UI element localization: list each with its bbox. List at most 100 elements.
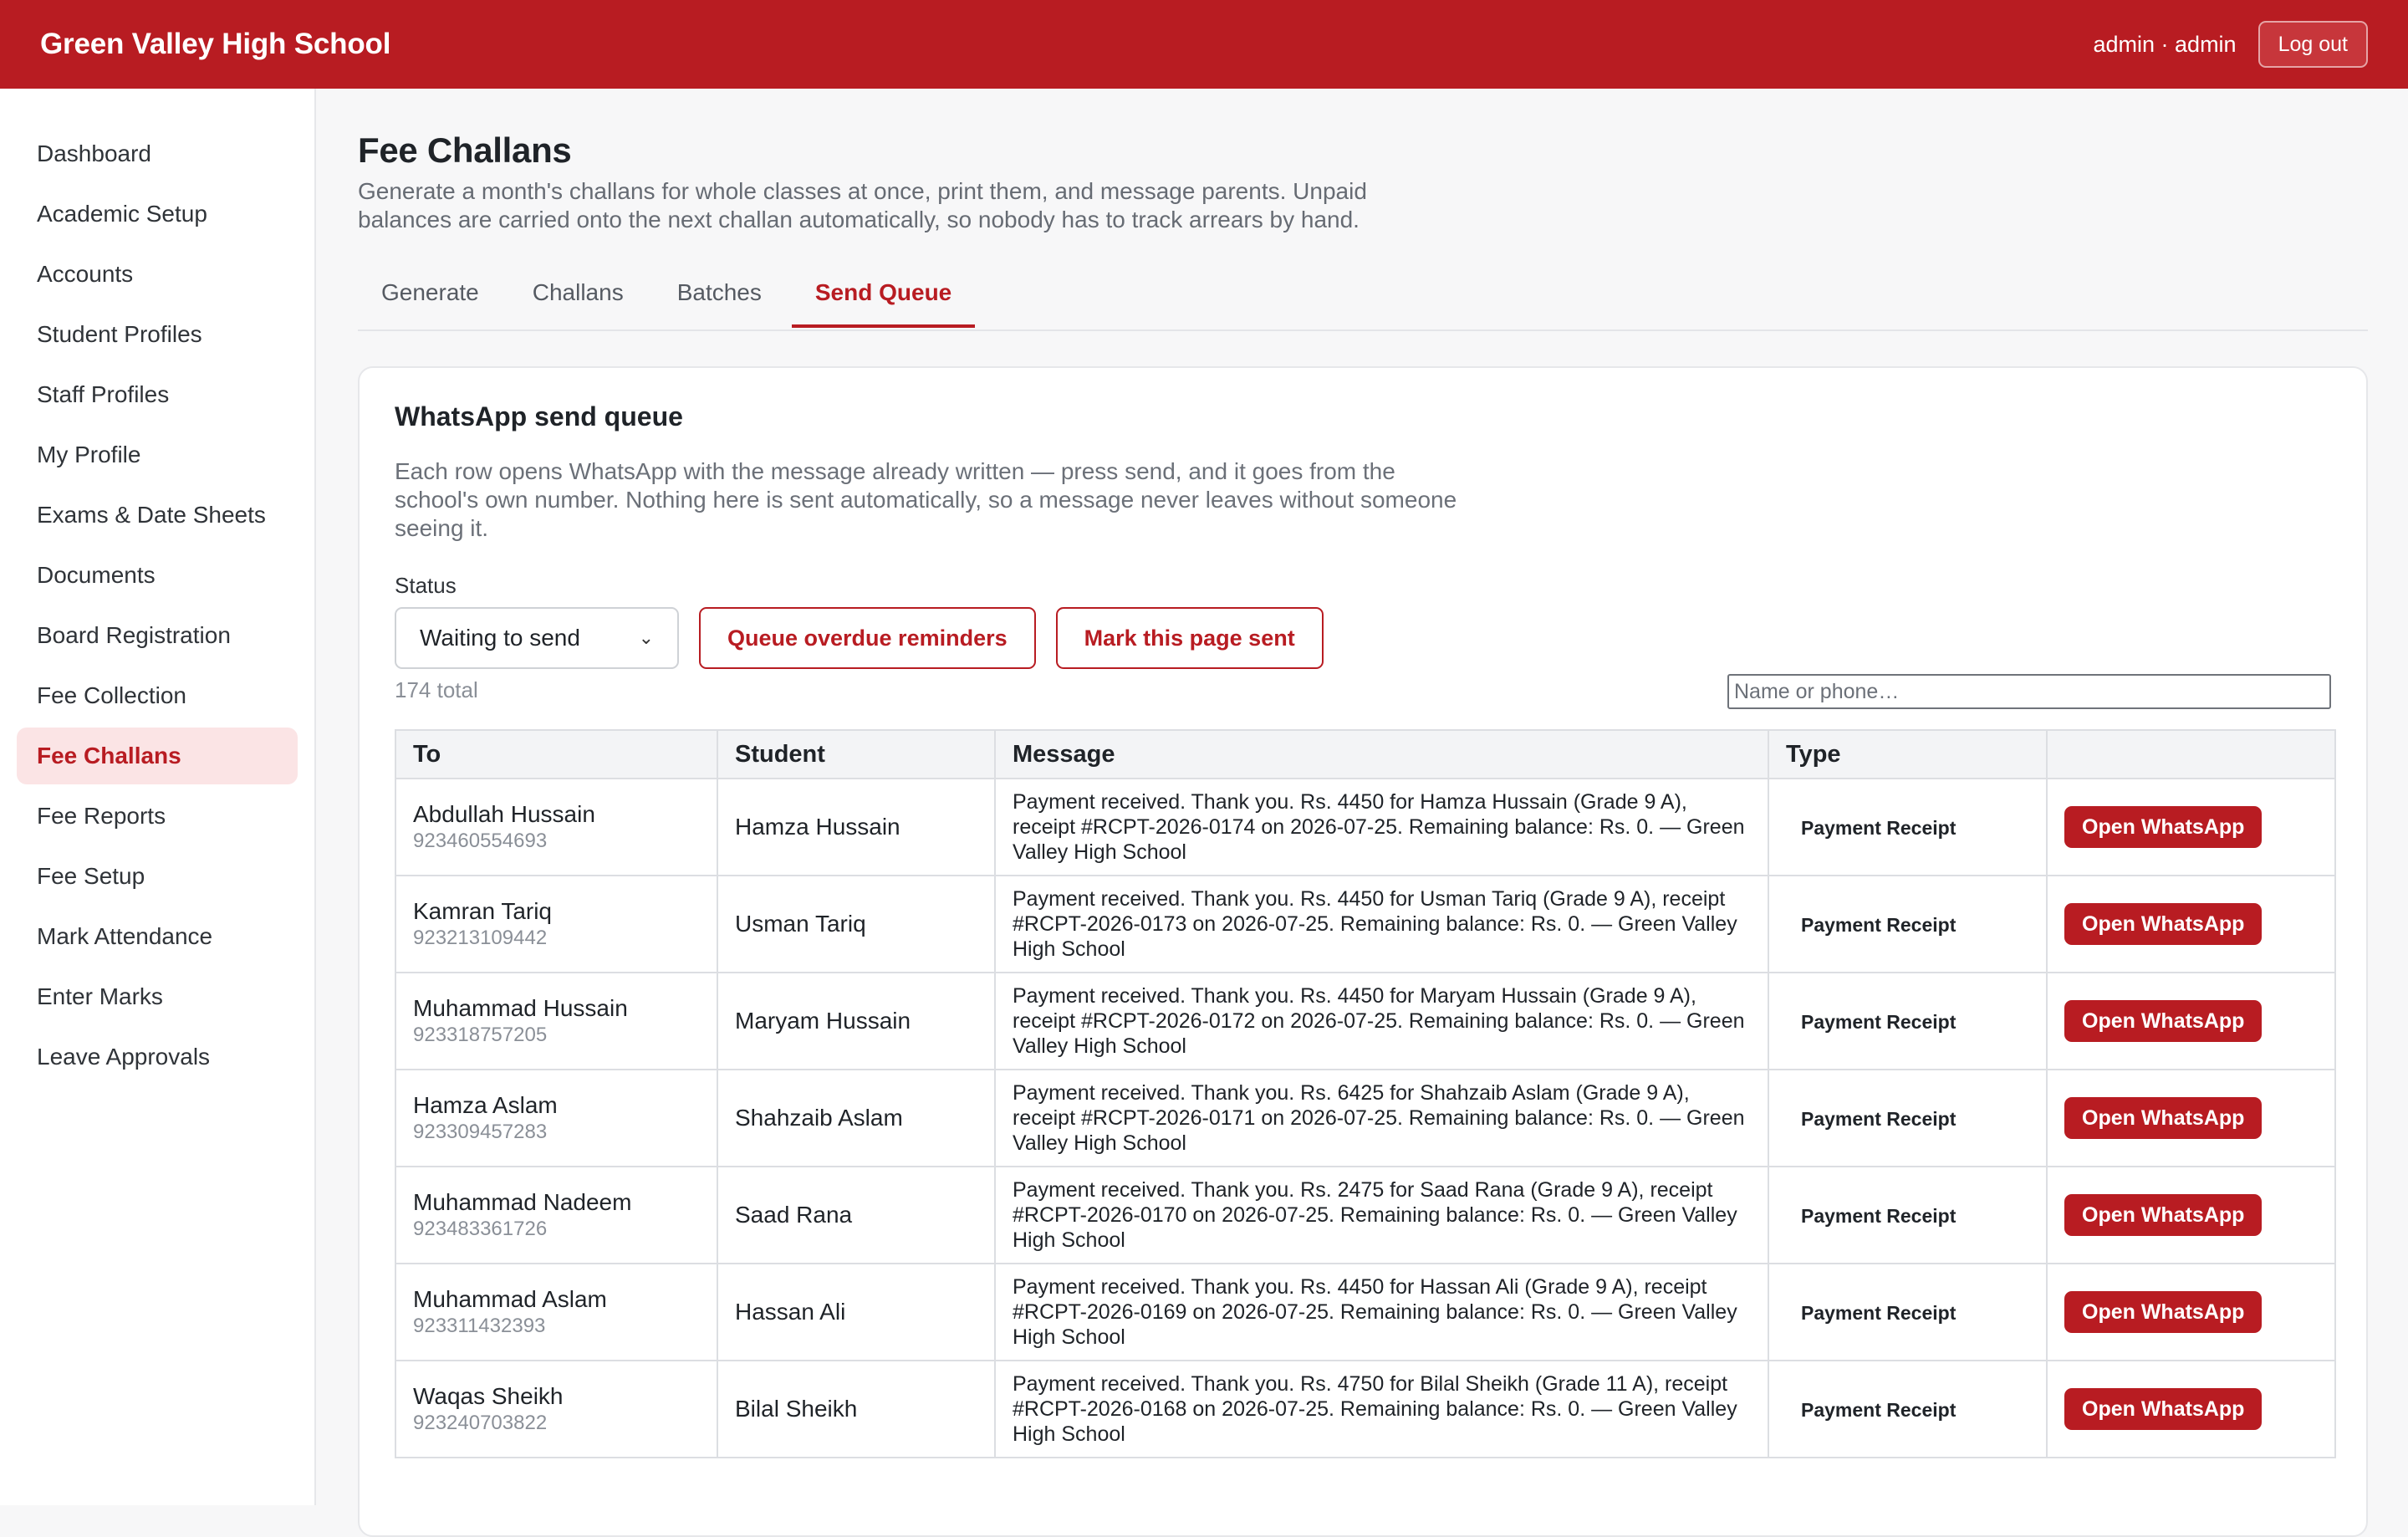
type-cell: Payment Receipt bbox=[1768, 1263, 2048, 1361]
action-cell: Open WhatsApp bbox=[2046, 875, 2336, 973]
message-cell: Payment received. Thank you. Rs. 4450 fo… bbox=[994, 972, 1769, 1070]
type-badge: Payment Receipt bbox=[1801, 1399, 1956, 1421]
chevron-down-icon: ⌄ bbox=[638, 627, 654, 648]
page-description: Generate a month's challans for whole cl… bbox=[358, 178, 1367, 232]
sidebar-item-fee-reports[interactable]: Fee Reports bbox=[17, 788, 298, 845]
sidebar-item-fee-setup[interactable]: Fee Setup bbox=[17, 848, 298, 905]
queue-overdue-reminders-button[interactable]: Queue overdue reminders bbox=[699, 607, 1036, 669]
recipient-phone: 923318757205 bbox=[413, 1024, 548, 1046]
message-text: Payment received. Thank you. Rs. 4450 fo… bbox=[1013, 984, 1745, 1058]
table-header-row: To Student Message Type bbox=[395, 729, 2336, 779]
student-cell: Hassan Ali bbox=[717, 1263, 996, 1361]
student-cell: Hamza Hussain bbox=[717, 778, 996, 876]
sidebar-item-academic-setup[interactable]: Academic Setup bbox=[17, 186, 298, 243]
type-cell: Payment Receipt bbox=[1768, 875, 2048, 973]
tab-challans[interactable]: Challans bbox=[509, 269, 647, 328]
sidebar-item-mark-attendance[interactable]: Mark Attendance bbox=[17, 908, 298, 965]
open-whatsapp-button[interactable]: Open WhatsApp bbox=[2064, 903, 2263, 945]
open-whatsapp-button[interactable]: Open WhatsApp bbox=[2064, 1388, 2263, 1430]
recipient-name: Hamza Aslam bbox=[413, 1092, 558, 1118]
recipient-name: Waqas Sheikh bbox=[413, 1383, 564, 1409]
top-bar: Green Valley High School admin · admin L… bbox=[0, 0, 2408, 89]
recipient-name: Muhammad Nadeem bbox=[413, 1189, 632, 1215]
column-header-action bbox=[2046, 729, 2336, 779]
type-cell: Payment Receipt bbox=[1768, 778, 2048, 876]
column-header-student: Student bbox=[717, 729, 996, 779]
send-queue-table: To Student Message Type Abdullah Hussain… bbox=[395, 729, 2336, 1458]
message-cell: Payment received. Thank you. Rs. 4750 fo… bbox=[994, 1360, 1769, 1458]
type-cell: Payment Receipt bbox=[1768, 1360, 2048, 1458]
action-cell: Open WhatsApp bbox=[2046, 1360, 2336, 1458]
recipient-phone: 923309457283 bbox=[413, 1121, 548, 1143]
student-cell: Saad Rana bbox=[717, 1166, 996, 1264]
table-row: Abdullah Hussain 923460554693 Hamza Hussai… bbox=[395, 778, 2336, 876]
card-title: WhatsApp send queue bbox=[395, 401, 683, 431]
recipient-name: Muhammad Aslam bbox=[413, 1286, 607, 1312]
open-whatsapp-button[interactable]: Open WhatsApp bbox=[2064, 1194, 2263, 1236]
action-cell: Open WhatsApp bbox=[2046, 1069, 2336, 1167]
open-whatsapp-button[interactable]: Open WhatsApp bbox=[2064, 806, 2263, 848]
sidebar-item-fee-challans[interactable]: Fee Challans bbox=[17, 728, 298, 784]
status-select[interactable]: Waiting to send ⌄ bbox=[395, 607, 679, 669]
table-row: Hamza Aslam 923309457283 Shahzaib Aslam Pay… bbox=[395, 1069, 2336, 1167]
message-text: Payment received. Thank you. Rs. 4450 fo… bbox=[1013, 1275, 1737, 1349]
tab-send-queue[interactable]: Send Queue bbox=[791, 269, 976, 328]
message-text: Payment received. Thank you. Rs. 6425 fo… bbox=[1013, 1081, 1745, 1155]
sidebar-item-dashboard[interactable]: Dashboard bbox=[17, 125, 298, 182]
type-badge: Payment Receipt bbox=[1801, 1302, 1956, 1324]
status-select-value: Waiting to send bbox=[420, 625, 580, 651]
type-cell: Payment Receipt bbox=[1768, 972, 2048, 1070]
recipient-phone: 923460554693 bbox=[413, 830, 548, 852]
recipient-cell: Muhammad Nadeem 923483361726 bbox=[395, 1166, 718, 1264]
mark-page-sent-button[interactable]: Mark this page sent bbox=[1055, 607, 1324, 669]
sidebar-item-enter-marks[interactable]: Enter Marks bbox=[17, 968, 298, 1025]
table-row: Waqas Sheikh 923240703822 Bilal Sheikh Paym… bbox=[395, 1360, 2336, 1458]
search-input[interactable]: Name or phone… bbox=[1727, 674, 2331, 709]
column-header-type: Type bbox=[1768, 729, 2048, 779]
message-cell: Payment received. Thank you. Rs. 4450 fo… bbox=[994, 1263, 1769, 1361]
message-cell: Payment received. Thank you. Rs. 6425 fo… bbox=[994, 1069, 1769, 1167]
message-text: Payment received. Thank you. Rs. 2475 fo… bbox=[1013, 1178, 1737, 1252]
open-whatsapp-button[interactable]: Open WhatsApp bbox=[2064, 1097, 2263, 1139]
sidebar-item-exams-date-sheets[interactable]: Exams & Date Sheets bbox=[17, 487, 298, 544]
open-whatsapp-button[interactable]: Open WhatsApp bbox=[2064, 1291, 2263, 1333]
message-cell: Payment received. Thank you. Rs. 4450 fo… bbox=[994, 875, 1769, 973]
main-content: Fee Challans Generate a month's challans… bbox=[358, 89, 2368, 1537]
sidebar-item-board-registration[interactable]: Board Registration bbox=[17, 607, 298, 664]
recipient-name: Muhammad Hussain bbox=[413, 995, 628, 1021]
sidebar-item-leave-approvals[interactable]: Leave Approvals bbox=[17, 1029, 298, 1085]
table-row: Muhammad Nadeem 923483361726 Saad Rana Paym… bbox=[395, 1166, 2336, 1264]
student-cell: Bilal Sheikh bbox=[717, 1360, 996, 1458]
sidebar-item-accounts[interactable]: Accounts bbox=[17, 246, 298, 303]
recipient-phone: 923483361726 bbox=[413, 1218, 548, 1240]
message-text: Payment received. Thank you. Rs. 4750 fo… bbox=[1013, 1372, 1737, 1446]
sidebar-item-fee-collection[interactable]: Fee Collection bbox=[17, 667, 298, 724]
sidebar-item-staff-profiles[interactable]: Staff Profiles bbox=[17, 366, 298, 423]
page-title: Fee Challans bbox=[358, 130, 572, 170]
tab-generate[interactable]: Generate bbox=[358, 269, 503, 328]
tab-batches[interactable]: Batches bbox=[654, 269, 785, 328]
open-whatsapp-button[interactable]: Open WhatsApp bbox=[2064, 1000, 2263, 1042]
sidebar-item-student-profiles[interactable]: Student Profiles bbox=[17, 306, 298, 363]
table-row: Muhammad Aslam 923311432393 Hassan Ali Paym… bbox=[395, 1263, 2336, 1361]
recipient-phone: 923240703822 bbox=[413, 1412, 548, 1434]
type-cell: Payment Receipt bbox=[1768, 1069, 2048, 1167]
student-cell: Usman Tariq bbox=[717, 875, 996, 973]
type-badge: Payment Receipt bbox=[1801, 1205, 1956, 1227]
type-badge: Payment Receipt bbox=[1801, 817, 1956, 839]
student-cell: Maryam Hussain bbox=[717, 972, 996, 1070]
recipient-cell: Muhammad Aslam 923311432393 bbox=[395, 1263, 718, 1361]
sidebar-item-my-profile[interactable]: My Profile bbox=[17, 426, 298, 483]
sidebar-item-documents[interactable]: Documents bbox=[17, 547, 298, 604]
recipient-cell: Hamza Aslam 923309457283 bbox=[395, 1069, 718, 1167]
logout-button[interactable]: Log out bbox=[2258, 21, 2368, 68]
send-queue-card: WhatsApp send queue Each row opens Whats… bbox=[358, 366, 2368, 1537]
recipient-cell: Kamran Tariq 923213109442 bbox=[395, 875, 718, 973]
school-name: Green Valley High School bbox=[40, 28, 391, 60]
table-row: Kamran Tariq 923213109442 Usman Tariq Payme… bbox=[395, 875, 2336, 973]
recipient-name: Abdullah Hussain bbox=[413, 801, 595, 827]
recipient-cell: Abdullah Hussain 923460554693 bbox=[395, 778, 718, 876]
table-row: Muhammad Hussain 923318757205 Maryam Hussa… bbox=[395, 972, 2336, 1070]
action-cell: Open WhatsApp bbox=[2046, 1263, 2336, 1361]
recipient-cell: Waqas Sheikh 923240703822 bbox=[395, 1360, 718, 1458]
